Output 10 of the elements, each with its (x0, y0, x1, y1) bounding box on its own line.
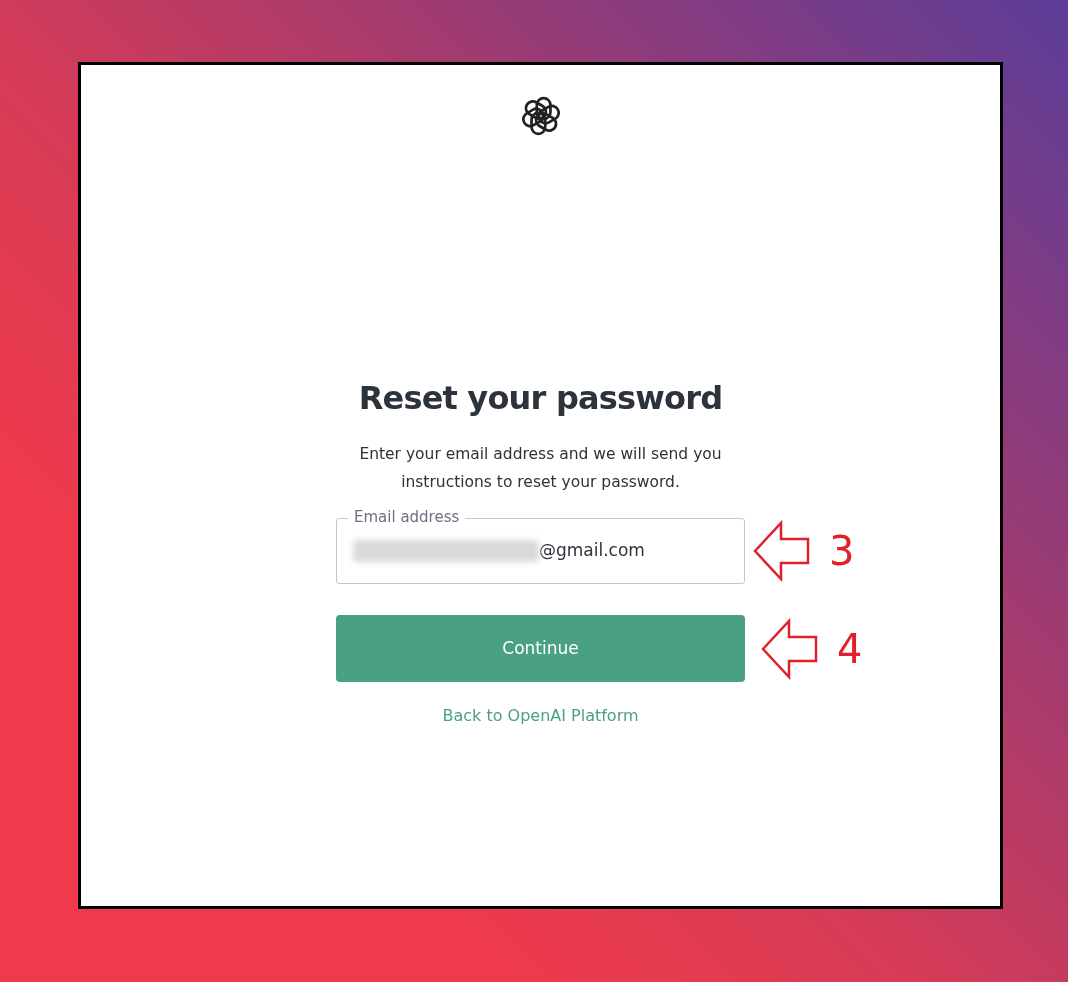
field-value: @gmail.com (539, 539, 645, 563)
left-arrow-icon (761, 617, 819, 680)
logo-icon (519, 95, 562, 137)
left-arrow-icon (753, 520, 811, 582)
page-description: Enter your email address and we will send you instructions to reset your password. (358, 444, 723, 493)
page-title: Reset your password (358, 378, 723, 419)
back-link[interactable]: Back to OpenAI Platform (442, 704, 639, 728)
step-number: 3 (829, 531, 855, 571)
continue-button[interactable]: Continue (336, 615, 745, 682)
step-number: 4 (837, 628, 863, 669)
